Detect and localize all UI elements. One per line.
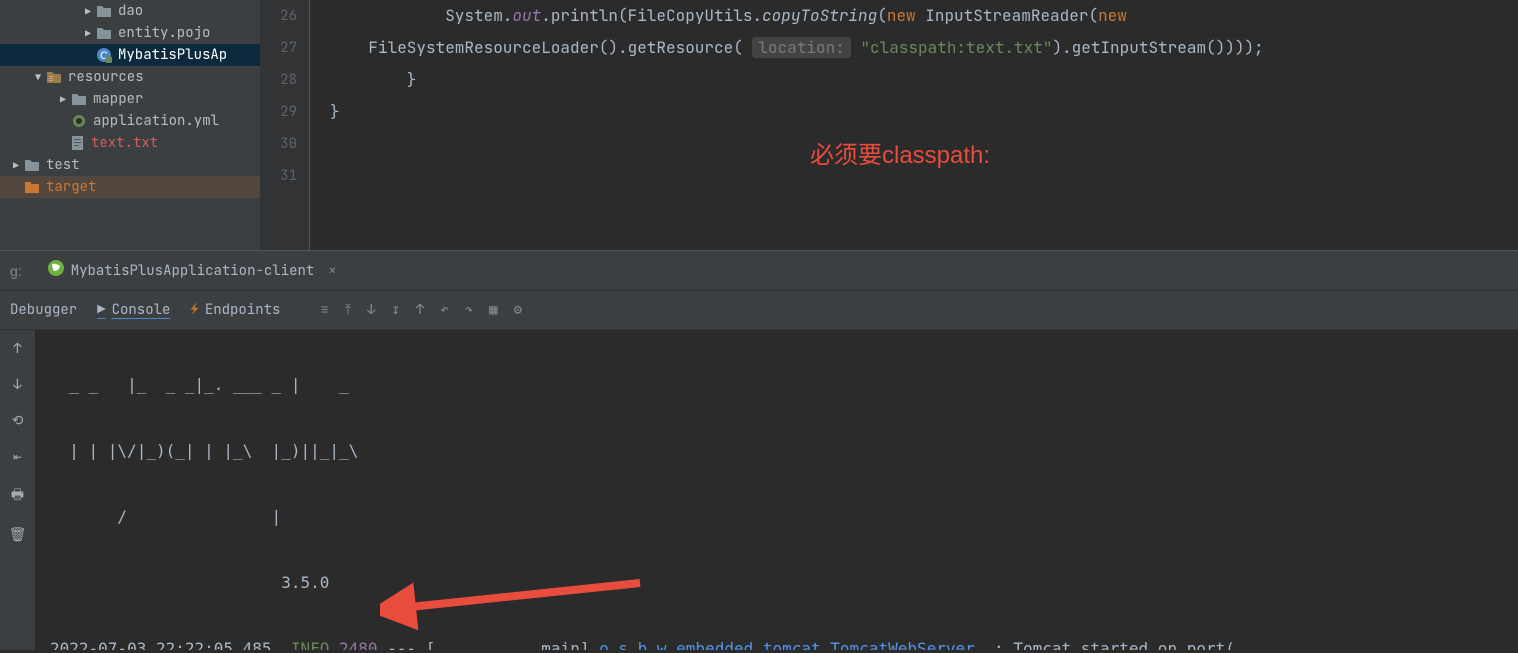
top-section: ▶ dao ▶ entity.pojo C MybatisPlusAp ▼ resour… [0,0,1518,250]
tree-label: test [46,156,80,174]
parameter-hint: location: [752,37,850,58]
calc-icon[interactable]: ▦ [489,301,497,319]
run-config-tab[interactable]: MybatisPlusApplication-client × [37,259,347,282]
tree-item-texttxt[interactable]: text.txt [0,132,260,154]
scroll-icon[interactable]: ⇤ [13,448,21,466]
step-icon[interactable]: ↶ [440,301,448,319]
console-output[interactable]: _ _ |_ _ _|_. ___ _ | _ | | |\/|_)(_| | … [35,330,1518,650]
arrow-icon: ▶ [80,27,96,40]
resources-folder-icon [46,70,62,84]
code-line: } [330,64,1498,96]
console-line: | | |\/|_)(_| | |_\ |_)||_|_\ [50,434,1503,467]
tree-item-app[interactable]: C MybatisPlusAp [0,44,260,66]
tree-label: resources [68,68,144,86]
gutter: 26 27 28 29 30 31 [260,0,310,250]
code-line: System.out.println(FileCopyUtils.copyToS… [330,0,1498,32]
step-icon[interactable]: ↷ [465,301,473,319]
tree-label: target [46,178,96,196]
trash-icon[interactable]: 🗑 [9,526,27,544]
arrow-down-icon: ▼ [30,71,46,84]
tree-label: entity.pojo [118,24,210,42]
editor[interactable]: 26 27 28 29 30 31 System.out.println(Fil… [260,0,1518,250]
console-line: 2022-07-03 22:22:05.485 INFO 2480 --- [ … [50,632,1503,650]
target-folder-icon [24,180,40,194]
endpoints-tab[interactable]: ⚡Endpoints [190,301,280,319]
tree-item-test[interactable]: ▶ test [0,154,260,176]
tree-item-dao[interactable]: ▶ dao [0,0,260,22]
arrow-icon: ▶ [80,5,96,18]
step-icon[interactable]: ↧ [391,301,399,319]
line-number: 29 [260,96,297,128]
console-area: ↑ ↓ ⟲ ⇤ 🖶 🗑 _ _ |_ _ _|_. ___ _ | _ | | … [0,330,1518,650]
down-icon[interactable]: ↓ [13,376,21,394]
project-tree[interactable]: ▶ dao ▶ entity.pojo C MybatisPlusAp ▼ resour… [0,0,260,250]
tree-label: application.yml [93,112,219,130]
arrow-annotation-icon [380,573,660,633]
debugger-tab[interactable]: Debugger [10,301,77,319]
step-icon[interactable]: ⤒ [345,301,351,319]
tree-label: MybatisPlusAp [118,46,227,64]
folder-icon [96,4,112,18]
arrow-icon: ▶ [8,159,24,172]
console-left-toolbar: ↑ ↓ ⟲ ⇤ 🖶 🗑 [0,330,35,650]
wrap-icon[interactable]: ⟲ [12,412,24,430]
run-tab-bar: g: MybatisPlusApplication-client × [0,250,1518,290]
console-line: 3.5.0 [50,566,1503,599]
line-number: 27 [260,32,297,64]
text-file-icon [71,135,85,151]
spring-icon [47,259,65,282]
endpoints-icon: ⚡ [190,301,198,319]
console-line: / | [50,500,1503,533]
tree-item-entity[interactable]: ▶ entity.pojo [0,22,260,44]
debug-toolbar: Debugger ▶Console ⚡Endpoints ≡ ⤒ ↓ ↧ ↑ ↶… [0,290,1518,330]
code-line: FileSystemResourceLoader().getResource( … [330,32,1498,64]
run-tab-label: MybatisPlusApplication-client [71,262,315,280]
run-prefix: g: [10,263,22,279]
print-icon[interactable]: 🖶 [11,484,24,508]
divider-icon: ≡ [320,301,328,319]
tree-label: text.txt [91,134,158,152]
folder-icon [24,158,40,172]
yml-icon [71,113,87,129]
close-tab-icon[interactable]: × [328,262,336,280]
tree-item-target[interactable]: target [0,176,260,198]
console-tab[interactable]: ▶Console [97,301,170,319]
line-number: 26 [260,0,297,32]
tree-label: dao [118,2,143,20]
code-area[interactable]: System.out.println(FileCopyUtils.copyToS… [310,0,1518,250]
annotation-text: 必须要classpath: [810,140,990,172]
up-icon[interactable]: ↑ [13,340,21,358]
console-line: _ _ |_ _ _|_. ___ _ | _ [50,368,1503,401]
folder-icon [96,26,112,40]
line-number: 28 [260,64,297,96]
class-icon: C [96,47,112,63]
line-number: 30 [260,128,297,160]
step-icon[interactable]: ↑ [416,301,424,319]
step-icon[interactable]: ↓ [367,301,375,319]
tree-item-mapper[interactable]: ▶ mapper [0,88,260,110]
console-toolbar: ≡ ⤒ ↓ ↧ ↑ ↶ ↷ ▦ ⚙ [320,301,522,319]
console-icon: ▶ [97,301,105,319]
arrow-icon: ▶ [55,93,71,106]
tree-label: mapper [93,90,143,108]
tree-item-resources[interactable]: ▼ resources [0,66,260,88]
code-line: } [330,96,1498,128]
settings-icon[interactable]: ⚙ [514,301,522,319]
folder-icon [71,92,87,106]
line-number: 31 [260,160,297,192]
tree-item-appyml[interactable]: application.yml [0,110,260,132]
